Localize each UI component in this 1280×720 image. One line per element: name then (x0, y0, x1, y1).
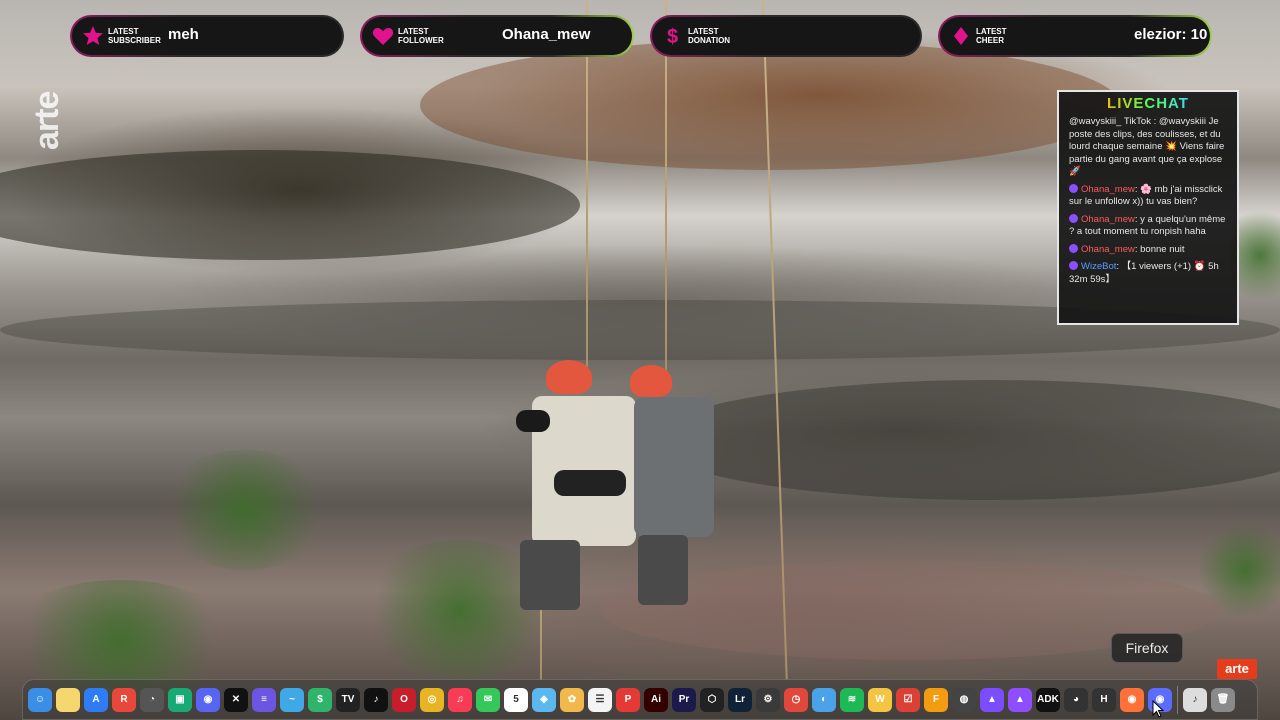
dock-separator (1177, 685, 1178, 714)
livechat-panel: LIVECHAT @wavyskiii_ TikTok : @wavyskiii… (1057, 90, 1239, 325)
rope (586, 0, 588, 390)
diamond-icon (950, 25, 972, 47)
trash-icon[interactable]: 🗑 (1211, 687, 1235, 712)
alert-latest-subscriber: LATEST SUBSCRIBER meh (70, 15, 344, 57)
premiere-icon[interactable]: Pr (672, 687, 696, 712)
helmet (546, 360, 592, 394)
chat-message: Ohana_mew: y a quelqu'un même ? a tout m… (1069, 213, 1229, 239)
protonvpn-icon[interactable]: ▲ (1008, 687, 1032, 712)
app-store-icon[interactable]: A (84, 687, 108, 712)
alert-latest-donation: $ LATEST DONATION (650, 15, 922, 57)
dock: ☺ A R ◔ ▣ ◉ ✕ ≡ ~ $ TV ♪ O ◎ ♫ ✉ 5 ◈ ✿ ☰ P Ai Pr ⬡ Lr ⚙ ◷ ◐ ≋ W ☑ F ◍ ▲ ▲ A… (22, 679, 1258, 720)
maps-icon[interactable]: ◈ (532, 687, 556, 712)
alert-label: LATEST DONATION (688, 27, 731, 45)
camera (516, 410, 550, 432)
android-icon[interactable]: ▣ (168, 687, 192, 712)
adk-icon[interactable]: ADK (1036, 687, 1060, 712)
legs (638, 535, 688, 605)
gauge-icon[interactable]: ◕ (1064, 687, 1088, 712)
reminders-icon[interactable]: ☰ (588, 687, 612, 712)
livechat-title: LIVECHAT (1059, 95, 1237, 112)
climber-photographer (516, 360, 640, 620)
messages-icon[interactable]: ✉ (476, 687, 500, 712)
chat-message: WizeBot: 【1 viewers (+1) ⏰ 5h 32m 59s】 (1069, 261, 1229, 286)
star-icon (82, 25, 104, 47)
rock-ledge (420, 40, 1120, 170)
alert-value: elezior: 10 (1134, 26, 1208, 43)
unity-icon[interactable]: ⬡ (700, 687, 724, 712)
obs-icon[interactable]: ◍ (952, 687, 976, 712)
vpn-icon[interactable]: ◐ (812, 687, 836, 712)
dollar-icon: $ (662, 25, 684, 47)
alert-label: LATEST CHEER (976, 27, 1007, 45)
harness (554, 470, 626, 496)
livechat-messages: @wavyskiii_ TikTok : @wavyskiii Je poste… (1059, 112, 1237, 286)
chrome-icon[interactable]: ◎ (420, 687, 444, 712)
tiktok-icon[interactable]: ♪ (364, 687, 388, 712)
fl-studio-icon[interactable]: F (924, 687, 948, 712)
badge-icon (1069, 243, 1078, 253)
streamlabs-icon[interactable]: $ (308, 687, 332, 712)
waves-icon[interactable]: W (868, 687, 892, 712)
music-doc-icon[interactable]: ♪ (1183, 687, 1207, 712)
helix-icon[interactable]: H (1092, 687, 1116, 712)
chat-user: Ohana_mew (1081, 213, 1135, 225)
helmet (630, 365, 672, 397)
steam-icon[interactable]: ⚙ (756, 687, 780, 712)
foliage (1200, 520, 1280, 620)
climber-second (628, 365, 718, 615)
alert-label: LATEST SUBSCRIBER (108, 27, 161, 45)
chat-text: : bonne nuit (1134, 243, 1185, 255)
badge-icon (1069, 183, 1078, 193)
chat-user: WizeBot (1081, 261, 1117, 272)
todoist-icon[interactable]: ☑ (896, 687, 920, 712)
illustrator-icon[interactable]: Ai (644, 687, 668, 712)
heart-icon (372, 25, 394, 47)
svg-text:$: $ (667, 26, 678, 47)
tv-icon[interactable]: TV (336, 687, 360, 712)
alert-latest-follower: LATEST FOLLOWER Ohana_mew (360, 15, 634, 57)
notes-icon[interactable] (56, 687, 80, 712)
chat-user: Ohana_mew (1081, 243, 1135, 255)
proton-icon[interactable]: ▲ (980, 687, 1004, 712)
opera-icon[interactable]: O (392, 687, 416, 712)
photos-icon[interactable]: ✿ (560, 687, 584, 712)
arte-watermark: arte (28, 91, 66, 150)
clock-icon[interactable]: ◷ (784, 687, 808, 712)
chat-message: Ohana_mew: bonne nuit (1069, 243, 1229, 257)
chat-user: Ohana_mew (1081, 183, 1135, 195)
alert-value: Ohana_mew (502, 26, 591, 43)
chat-message: Ohana_mew: 🌸 mb j'ai missclick sur le un… (1069, 183, 1229, 209)
calendar-icon[interactable]: 5 (504, 687, 528, 712)
spotify-icon[interactable]: ≋ (840, 687, 864, 712)
jacket (634, 397, 714, 537)
discord-icon[interactable]: ◉ (196, 687, 220, 712)
badge-icon (1069, 261, 1078, 270)
foliage (160, 450, 330, 570)
rope (665, 0, 667, 380)
dock-tooltip: Firefox (1111, 633, 1183, 663)
legs (520, 540, 580, 610)
finder-icon[interactable]: ☺ (28, 687, 52, 712)
firefox-icon[interactable]: ◉ (1120, 687, 1144, 712)
rock-ledge (650, 380, 1280, 500)
chat-text: @wavyskiii_ TikTok : @wavyskiii Je poste… (1069, 116, 1225, 177)
mouse-cursor-icon (1152, 700, 1164, 718)
alert-label: LATEST FOLLOWER (398, 27, 444, 45)
rock-ledge (0, 150, 580, 260)
alert-latest-cheer: LATEST CHEER elezior: 10 (938, 15, 1212, 57)
reeder-icon[interactable]: R (112, 687, 136, 712)
activity-icon[interactable]: ◔ (140, 687, 164, 712)
text-icon[interactable]: ≡ (252, 687, 276, 712)
badge-icon (1069, 213, 1078, 223)
alert-value: meh (168, 26, 199, 43)
freeform-icon[interactable]: ~ (280, 687, 304, 712)
capcut-icon[interactable]: ✕ (224, 687, 248, 712)
arte-corner-logo: arte (1217, 659, 1257, 679)
chat-message: @wavyskiii_ TikTok : @wavyskiii Je poste… (1069, 116, 1229, 179)
music-icon[interactable]: ♫ (448, 687, 472, 712)
lightroom-icon[interactable]: Lr (728, 687, 752, 712)
pdf-icon[interactable]: P (616, 687, 640, 712)
